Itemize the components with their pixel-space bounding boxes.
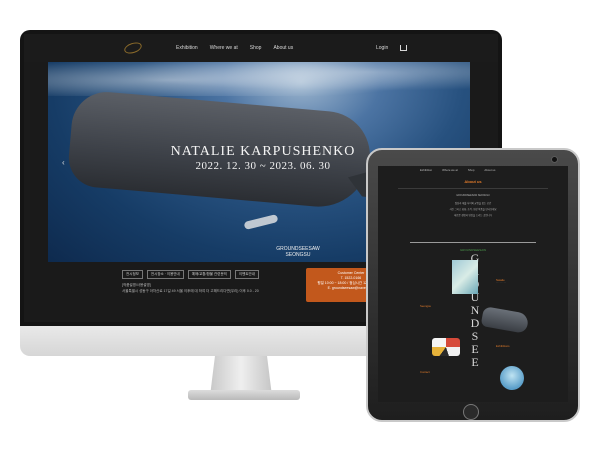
- info-text: 서울특별시 성동구 아차산로 17길 49 서울 이후에 대 하여 더 고해드리…: [122, 289, 259, 293]
- camera-icon: [551, 156, 558, 163]
- tablet-nav-shop[interactable]: Shop: [468, 168, 475, 174]
- cart-icon[interactable]: [400, 45, 408, 51]
- exhibition-thumbnail[interactable]: [452, 260, 478, 294]
- profile-thumbnail[interactable]: [500, 366, 524, 390]
- info-section: [작품설명/사용설명] 서울특별시 성동구 아차산로 17길 49 서울 이후에…: [122, 282, 282, 294]
- hero-venue-area: SEONGSU: [285, 252, 311, 258]
- tablet-divider: [410, 242, 536, 243]
- tablet-text-line: 사진 그리고 회화, 조각, 영상 작품을 만나보세요: [449, 208, 497, 211]
- tablet-text-line: 일상과 예술 사이의 균형을 찾는 공간: [454, 202, 492, 205]
- tab-exhibition-info[interactable]: 전시정보: [122, 270, 143, 279]
- site-logo-icon[interactable]: [122, 40, 144, 56]
- main-nav: Exhibition Where we at Shop About us: [176, 45, 293, 51]
- diver-image: [243, 214, 279, 230]
- nav-shop[interactable]: Shop: [250, 45, 262, 51]
- tab-events[interactable]: 이벤트안내: [234, 270, 259, 279]
- vertical-letter: E: [471, 355, 481, 369]
- nav-exhibition[interactable]: Exhibition: [176, 45, 198, 51]
- tablet-website: Exhibition Where we at Shop About us Abo…: [378, 166, 568, 402]
- section-label: Seongsu: [420, 304, 432, 308]
- tablet-nav: Exhibition Where we at Shop About us: [378, 166, 568, 174]
- nav-about-us[interactable]: About us: [273, 45, 293, 51]
- artwork-thumbnail[interactable]: [432, 338, 460, 356]
- tablet-text-line: GROUNDSEESAW SEONGSU: [456, 194, 490, 197]
- hero-dates: 2022. 12. 30 ~ 2023. 06. 30: [195, 160, 331, 172]
- tablet-nav-where-we-at[interactable]: Where we at: [442, 168, 458, 174]
- device-mockup-stage: Exhibition Where we at Shop About us Log…: [0, 0, 600, 450]
- hero-title: NATALIE KARPUSHENKO: [170, 144, 356, 159]
- login-link[interactable]: Login: [376, 45, 388, 51]
- tablet-nav-about-us[interactable]: About us: [484, 168, 495, 174]
- section-label: Contact: [420, 370, 430, 374]
- tablet-nav-exhibition[interactable]: Exhibition: [420, 168, 432, 174]
- nav-where-we-at[interactable]: Where we at: [210, 45, 238, 51]
- header-actions: Login: [376, 45, 408, 51]
- chevron-left-icon[interactable]: ‹: [62, 158, 65, 167]
- tablet-device: Exhibition Where we at Shop About us Abo…: [366, 148, 580, 422]
- tab-venue-guide[interactable]: 전시장소 · 이용안내: [146, 270, 184, 279]
- section-caption: · · · · · · · ·: [496, 282, 507, 284]
- home-button-icon[interactable]: [463, 404, 479, 420]
- monitor-stand-foot: [188, 390, 300, 400]
- section-label: Exhibitions: [496, 344, 510, 348]
- tablet-text-line: 새로운 경험과 영감을 드리는 곳입니다: [454, 214, 492, 217]
- info-tabs: 전시정보 전시장소 · 이용안내 예매/교환/환불 관련문의 이벤트안내: [122, 270, 259, 279]
- tablet-page-title: About us: [464, 179, 482, 184]
- tablet-divider-top: [398, 188, 548, 189]
- whale-thumbnail[interactable]: [480, 306, 530, 334]
- site-header: Exhibition Where we at Shop About us Log…: [24, 34, 498, 62]
- ocean-surface: [48, 62, 470, 96]
- tab-ticket-inquiry[interactable]: 예매/교환/환불 관련문의: [187, 270, 231, 279]
- hero-venue: GROUNDSEESAW SEONGSU: [268, 246, 328, 258]
